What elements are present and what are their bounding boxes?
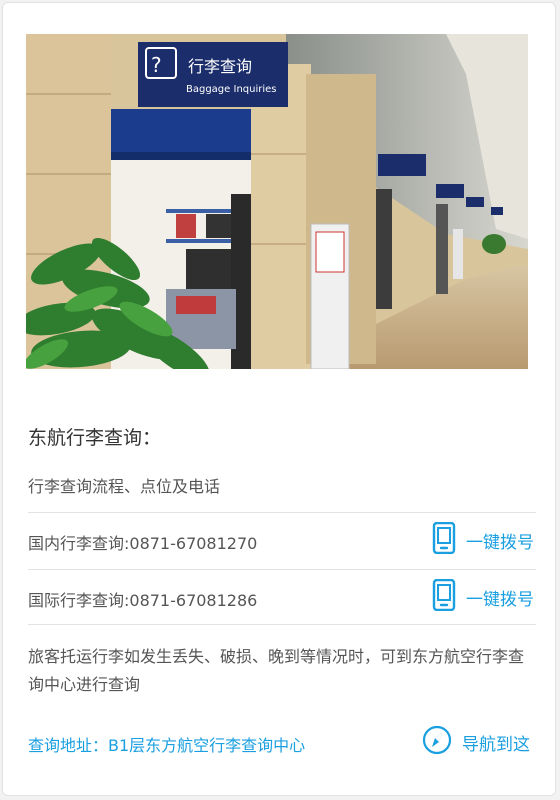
svg-text:?: ? [151, 53, 162, 77]
sign-cn-text: 行李查询 [188, 57, 252, 76]
description-text: 旅客托运行李如发生丢失、破损、晚到等情况时，可到东方航空行李查询中心进行查询 [28, 647, 525, 694]
international-phone-text: 国际行李查询:0871-67081286 [28, 591, 258, 610]
section-subtitle: 行李查询流程、点位及电话 [28, 477, 221, 496]
domestic-phone-text: 国内行李查询:0871-67081270 [28, 534, 258, 553]
dial-button-international[interactable]: 一键拨号 [432, 578, 534, 615]
baggage-counter-photo: ? 行李查询 Baggage Inquiries [26, 34, 528, 369]
phone-row-international: 国际行李查询:0871-67081286 一键拨号 [28, 569, 536, 625]
dial-button-domestic[interactable]: 一键拨号 [432, 521, 534, 558]
dial-label: 一键拨号 [466, 532, 534, 553]
phone-row-domestic: 国内行李查询:0871-67081270 一键拨号 [28, 512, 536, 568]
navigate-label: 导航到这 [462, 734, 530, 755]
baggage-info-card: ? 行李查询 Baggage Inquiries 东航行李查询： 行李查询流程、… [2, 2, 556, 796]
sign-en-text: Baggage Inquiries [186, 84, 277, 95]
section-title: 东航行李查询： [28, 427, 162, 449]
address-text: 查询地址：B1层东方航空行李查询中心 [28, 736, 306, 755]
navigate-button[interactable]: 导航到这 [422, 725, 530, 759]
compass-icon [422, 725, 452, 759]
dial-label: 一键拨号 [466, 589, 534, 610]
phone-icon [432, 578, 456, 615]
phone-icon [432, 521, 456, 558]
divider [28, 624, 536, 625]
